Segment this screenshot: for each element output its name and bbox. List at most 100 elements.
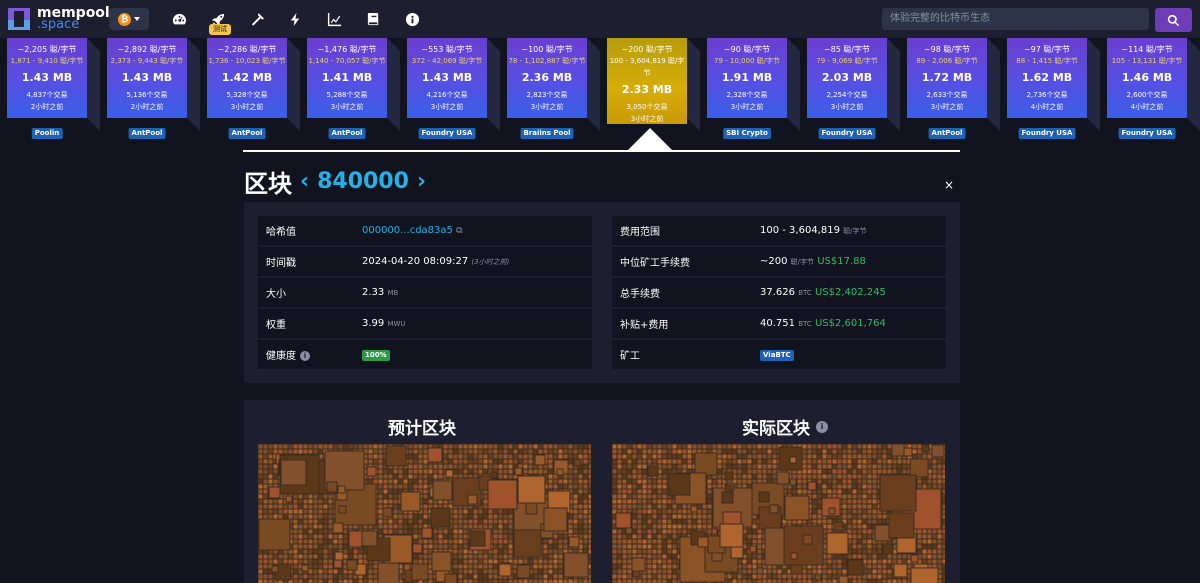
tx-cell xyxy=(508,444,513,449)
docs-icon[interactable] xyxy=(364,10,382,28)
close-icon[interactable]: × xyxy=(944,178,954,192)
tx-cell xyxy=(872,484,877,489)
hash-link[interactable]: 000000...cda83a5 xyxy=(362,225,453,236)
graphs-icon[interactable] xyxy=(325,10,343,28)
tx-cell xyxy=(263,564,268,569)
block-cube[interactable]: ~85 聪/字节 79 - 9,069 聪/字节 2.03 MB 2,254个交易 3小… xyxy=(807,38,887,118)
tx-cell xyxy=(892,539,897,544)
expected-block-treemap[interactable] xyxy=(258,444,591,583)
miner-badge[interactable]: ViaBTC xyxy=(760,349,794,361)
block-cube[interactable]: ~114 聪/字节 105 - 13,131 聪/字节 1.46 MB 2,600个交… xyxy=(1107,38,1187,118)
pool-badge[interactable]: SBI Crypto xyxy=(723,128,771,139)
tx-cell xyxy=(498,469,503,474)
tx-cell xyxy=(558,444,563,449)
pool-badge[interactable]: Poolin xyxy=(31,128,63,139)
copy-icon[interactable]: ⧉ xyxy=(456,226,462,236)
tx-cell xyxy=(473,469,478,474)
tx-cell xyxy=(807,579,812,583)
tx-cell xyxy=(772,449,777,454)
tx-cell xyxy=(498,544,503,549)
block-cube[interactable]: ~90 聪/字节 79 - 10,000 聪/字节 1.91 MB 2,328个交易 3… xyxy=(707,38,787,118)
row-timestamp: 时间戳 2024-04-20 08:09:27 (3小时之前) xyxy=(258,247,592,276)
block-cube[interactable]: ~98 聪/字节 89 - 2,006 聪/字节 1.72 MB 2,633个交易 3小… xyxy=(907,38,987,118)
info-icon[interactable]: i xyxy=(300,351,310,361)
size-label: 大小 xyxy=(266,289,286,300)
tx-cell xyxy=(458,444,463,449)
info-icon[interactable]: i xyxy=(816,420,828,433)
tx-cell xyxy=(393,474,398,479)
tx-cell xyxy=(637,534,642,539)
about-icon[interactable] xyxy=(403,10,421,28)
tx-cell xyxy=(433,544,438,549)
pool-badge[interactable]: Foundry USA xyxy=(418,128,476,139)
tx-cell xyxy=(328,504,333,509)
tx-cell xyxy=(652,509,657,514)
row-health: 健康度 i 100% xyxy=(258,340,592,369)
tx-cell xyxy=(627,459,632,464)
pool-badge[interactable]: AntPool xyxy=(928,128,966,139)
actual-block-treemap[interactable] xyxy=(612,444,945,583)
tx-cell xyxy=(827,574,832,579)
block-cube[interactable]: ~2,205 聪/字节 1,871 - 9,410 聪/字节 1.43 MB 4,83… xyxy=(7,38,87,118)
pool-badge[interactable]: AntPool xyxy=(328,128,366,139)
pool-badge[interactable]: Foundry USA xyxy=(1018,128,1076,139)
network-selector[interactable]: ₿ xyxy=(109,8,149,30)
block-time: 3小时之前 xyxy=(530,103,564,111)
tx-cell xyxy=(687,514,692,519)
tx-cell xyxy=(468,579,473,583)
mempool-logo[interactable]: mempool .space xyxy=(8,6,110,32)
tx-cell xyxy=(493,444,498,449)
block-cube[interactable]: ~200 聪/字节 100 - 3,604,819 聪/字节 2.33 MB 3,05… xyxy=(607,38,687,124)
tx-cell xyxy=(692,514,697,519)
tx-cell xyxy=(583,449,588,454)
tx-cell xyxy=(483,554,488,559)
tx-cell xyxy=(588,544,591,549)
chevron-left-icon[interactable]: ‹ xyxy=(300,169,309,194)
block-cube[interactable]: ~1,476 聪/字节 1,140 - 70,057 聪/字节 1.41 MB 5,2… xyxy=(307,38,387,118)
search-button[interactable] xyxy=(1155,8,1192,32)
tx-cell xyxy=(687,464,692,469)
block-cube[interactable]: ~97 聪/字节 88 - 1,415 聪/字节 1.62 MB 2,736个交易 4小… xyxy=(1007,38,1087,118)
tx-cell xyxy=(513,454,518,459)
tx-cell xyxy=(622,444,627,449)
tx-cell xyxy=(548,579,553,583)
pool-badge[interactable]: Foundry USA xyxy=(1118,128,1176,139)
pool-badge[interactable]: AntPool xyxy=(128,128,166,139)
tx-cell xyxy=(568,449,573,454)
tx-cell xyxy=(942,559,945,564)
tx-cell xyxy=(483,579,488,583)
tx-cell xyxy=(508,459,513,464)
block-cube[interactable]: ~100 聪/字节 78 - 1,102,887 聪/字节 2.36 MB 2,823… xyxy=(507,38,587,118)
tx-cell xyxy=(802,449,807,454)
pool-badge[interactable]: Foundry USA xyxy=(818,128,876,139)
block-cube[interactable]: ~2,286 聪/字节 1,736 - 10,023 聪/字节 1.42 MB 5,3… xyxy=(207,38,287,118)
tx-square xyxy=(525,502,538,515)
tx-cell xyxy=(268,509,273,514)
tx-cell xyxy=(867,554,872,559)
tx-cell xyxy=(757,539,762,544)
block-cube[interactable]: ~553 聪/字节 372 - 42,069 聪/字节 1.43 MB 4,216个交… xyxy=(407,38,487,118)
mining-icon[interactable] xyxy=(248,10,266,28)
lightning-icon[interactable] xyxy=(286,10,304,28)
search-input[interactable]: 体验完整的比特币生态 xyxy=(882,8,1149,30)
tx-cell xyxy=(872,499,877,504)
pool-badge[interactable]: AntPool xyxy=(228,128,266,139)
tx-cell xyxy=(353,579,358,583)
block-cube-side xyxy=(887,38,900,131)
tx-cell xyxy=(817,499,822,504)
tx-cell xyxy=(393,469,398,474)
dashboard-icon[interactable] xyxy=(170,10,188,28)
fee-range-unit: 聪/字节 xyxy=(843,227,867,235)
tx-cell xyxy=(737,459,742,464)
block-cube[interactable]: ~2,892 聪/字节 2,373 - 9,443 聪/字节 1.43 MB 5,13… xyxy=(107,38,187,118)
tx-cell xyxy=(672,509,677,514)
tx-cell xyxy=(852,504,857,509)
tx-cell xyxy=(707,499,712,504)
chevron-right-icon[interactable]: › xyxy=(417,169,426,194)
block-time: 3小时之前 xyxy=(230,103,264,111)
pool-badge[interactable]: Braiins Pool xyxy=(520,128,574,139)
tx-cell xyxy=(448,444,453,449)
tx-cell xyxy=(568,469,573,474)
tx-cell xyxy=(578,474,583,479)
tx-cell xyxy=(752,524,757,529)
